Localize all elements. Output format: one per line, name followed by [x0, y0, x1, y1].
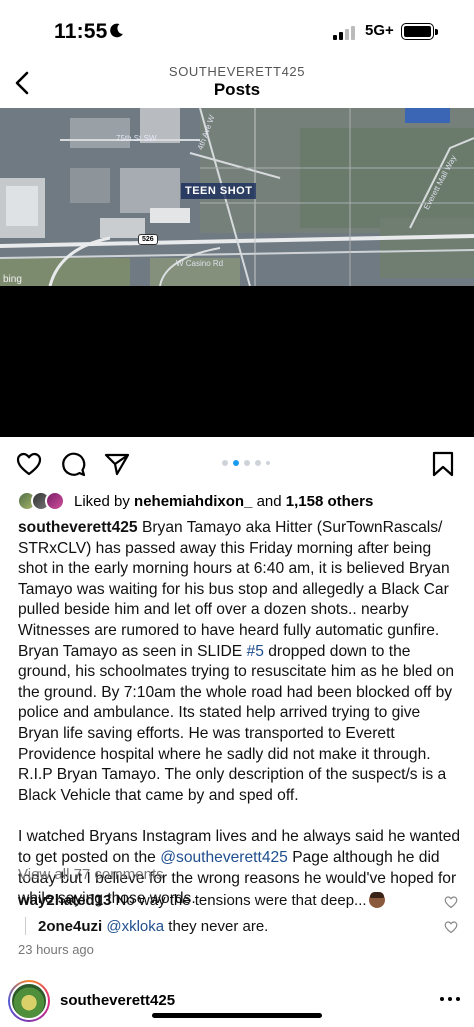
map-watermark: bing: [3, 274, 22, 285]
moon-icon: [110, 23, 123, 38]
mention-link[interactable]: @southeverett425: [160, 849, 288, 866]
likes-row[interactable]: Liked by nehemiahdixon_ and 1,158 others: [0, 490, 474, 514]
map-street-label: 75th St SW: [116, 134, 157, 143]
map-street-label: W Casino Rd: [176, 259, 224, 268]
caption-text: Bryan Tamayo aka Hitter (SurTownRascals/…: [18, 519, 450, 660]
comment-reply: 2one4uzi @xkloka they never are.: [38, 918, 458, 935]
caption-text: dropped down to the ground, his schoolma…: [18, 642, 454, 804]
more-options-icon[interactable]: [440, 997, 460, 1003]
facepalm-emoji: [368, 892, 385, 908]
avatar[interactable]: [8, 980, 50, 1022]
reply-thread-line: [25, 917, 26, 935]
post-caption: southeverett425 Bryan Tamayo aka Hitter …: [18, 518, 462, 910]
post-timestamp: 23 hours ago: [18, 942, 94, 957]
route-shield-icon: 526: [138, 234, 158, 245]
likes-text: Liked by nehemiahdixon_ and 1,158 others: [74, 493, 374, 510]
home-indicator[interactable]: [152, 1013, 322, 1018]
heart-icon[interactable]: [15, 450, 43, 478]
heart-icon[interactable]: [444, 920, 458, 934]
next-post-header: southeverett425: [0, 978, 474, 1027]
map-image: 75th St SW W Casino Rd Everett Mall Way …: [0, 108, 474, 286]
page-title: Posts: [213, 80, 261, 99]
comment: way2hated13 No way the tensions were tha…: [18, 892, 458, 909]
caption-username[interactable]: southeverett425: [18, 519, 138, 536]
comment-username[interactable]: 2one4uzi: [38, 918, 102, 935]
liker-username[interactable]: nehemiahdixon_: [134, 493, 252, 510]
comment-icon[interactable]: [59, 450, 87, 478]
battery-icon: [401, 23, 438, 40]
mention-link[interactable]: @xkloka: [106, 918, 164, 935]
status-time: 11:55: [54, 20, 108, 43]
signal-icon: [333, 24, 359, 40]
likes-count[interactable]: 1,158 others: [286, 493, 374, 510]
carousel-dot: [255, 460, 261, 466]
heart-icon[interactable]: [444, 895, 458, 909]
liker-avatars: [17, 491, 67, 511]
carousel-dot: [222, 460, 228, 466]
carousel-dot: [266, 461, 270, 465]
network-type: 5G+: [365, 22, 394, 39]
post-actions: [0, 446, 474, 482]
comment-username[interactable]: way2hated13: [18, 892, 111, 909]
comment-text: No way the tensions were that deep...: [111, 892, 367, 909]
post-media[interactable]: 75th St SW W Casino Rd Everett Mall Way …: [0, 108, 474, 437]
carousel-dot: [233, 460, 239, 466]
map-overlay-label: TEEN SHOT: [181, 183, 257, 199]
view-all-comments-link[interactable]: View all 77 comments: [18, 866, 164, 883]
bookmark-icon[interactable]: [429, 450, 457, 478]
avatar: [45, 491, 65, 511]
carousel-indicator: [222, 460, 272, 468]
header: SOUTHEVERETT425 Posts: [0, 60, 474, 106]
share-icon[interactable]: [103, 450, 131, 478]
carousel-dot: [244, 460, 250, 466]
comment-text: they never are.: [164, 918, 269, 935]
next-post-username[interactable]: southeverett425: [60, 992, 175, 1009]
header-account-name: SOUTHEVERETT425: [168, 64, 306, 79]
hashtag-link[interactable]: #5: [247, 643, 264, 660]
status-bar: 11:55 5G+: [0, 0, 474, 60]
